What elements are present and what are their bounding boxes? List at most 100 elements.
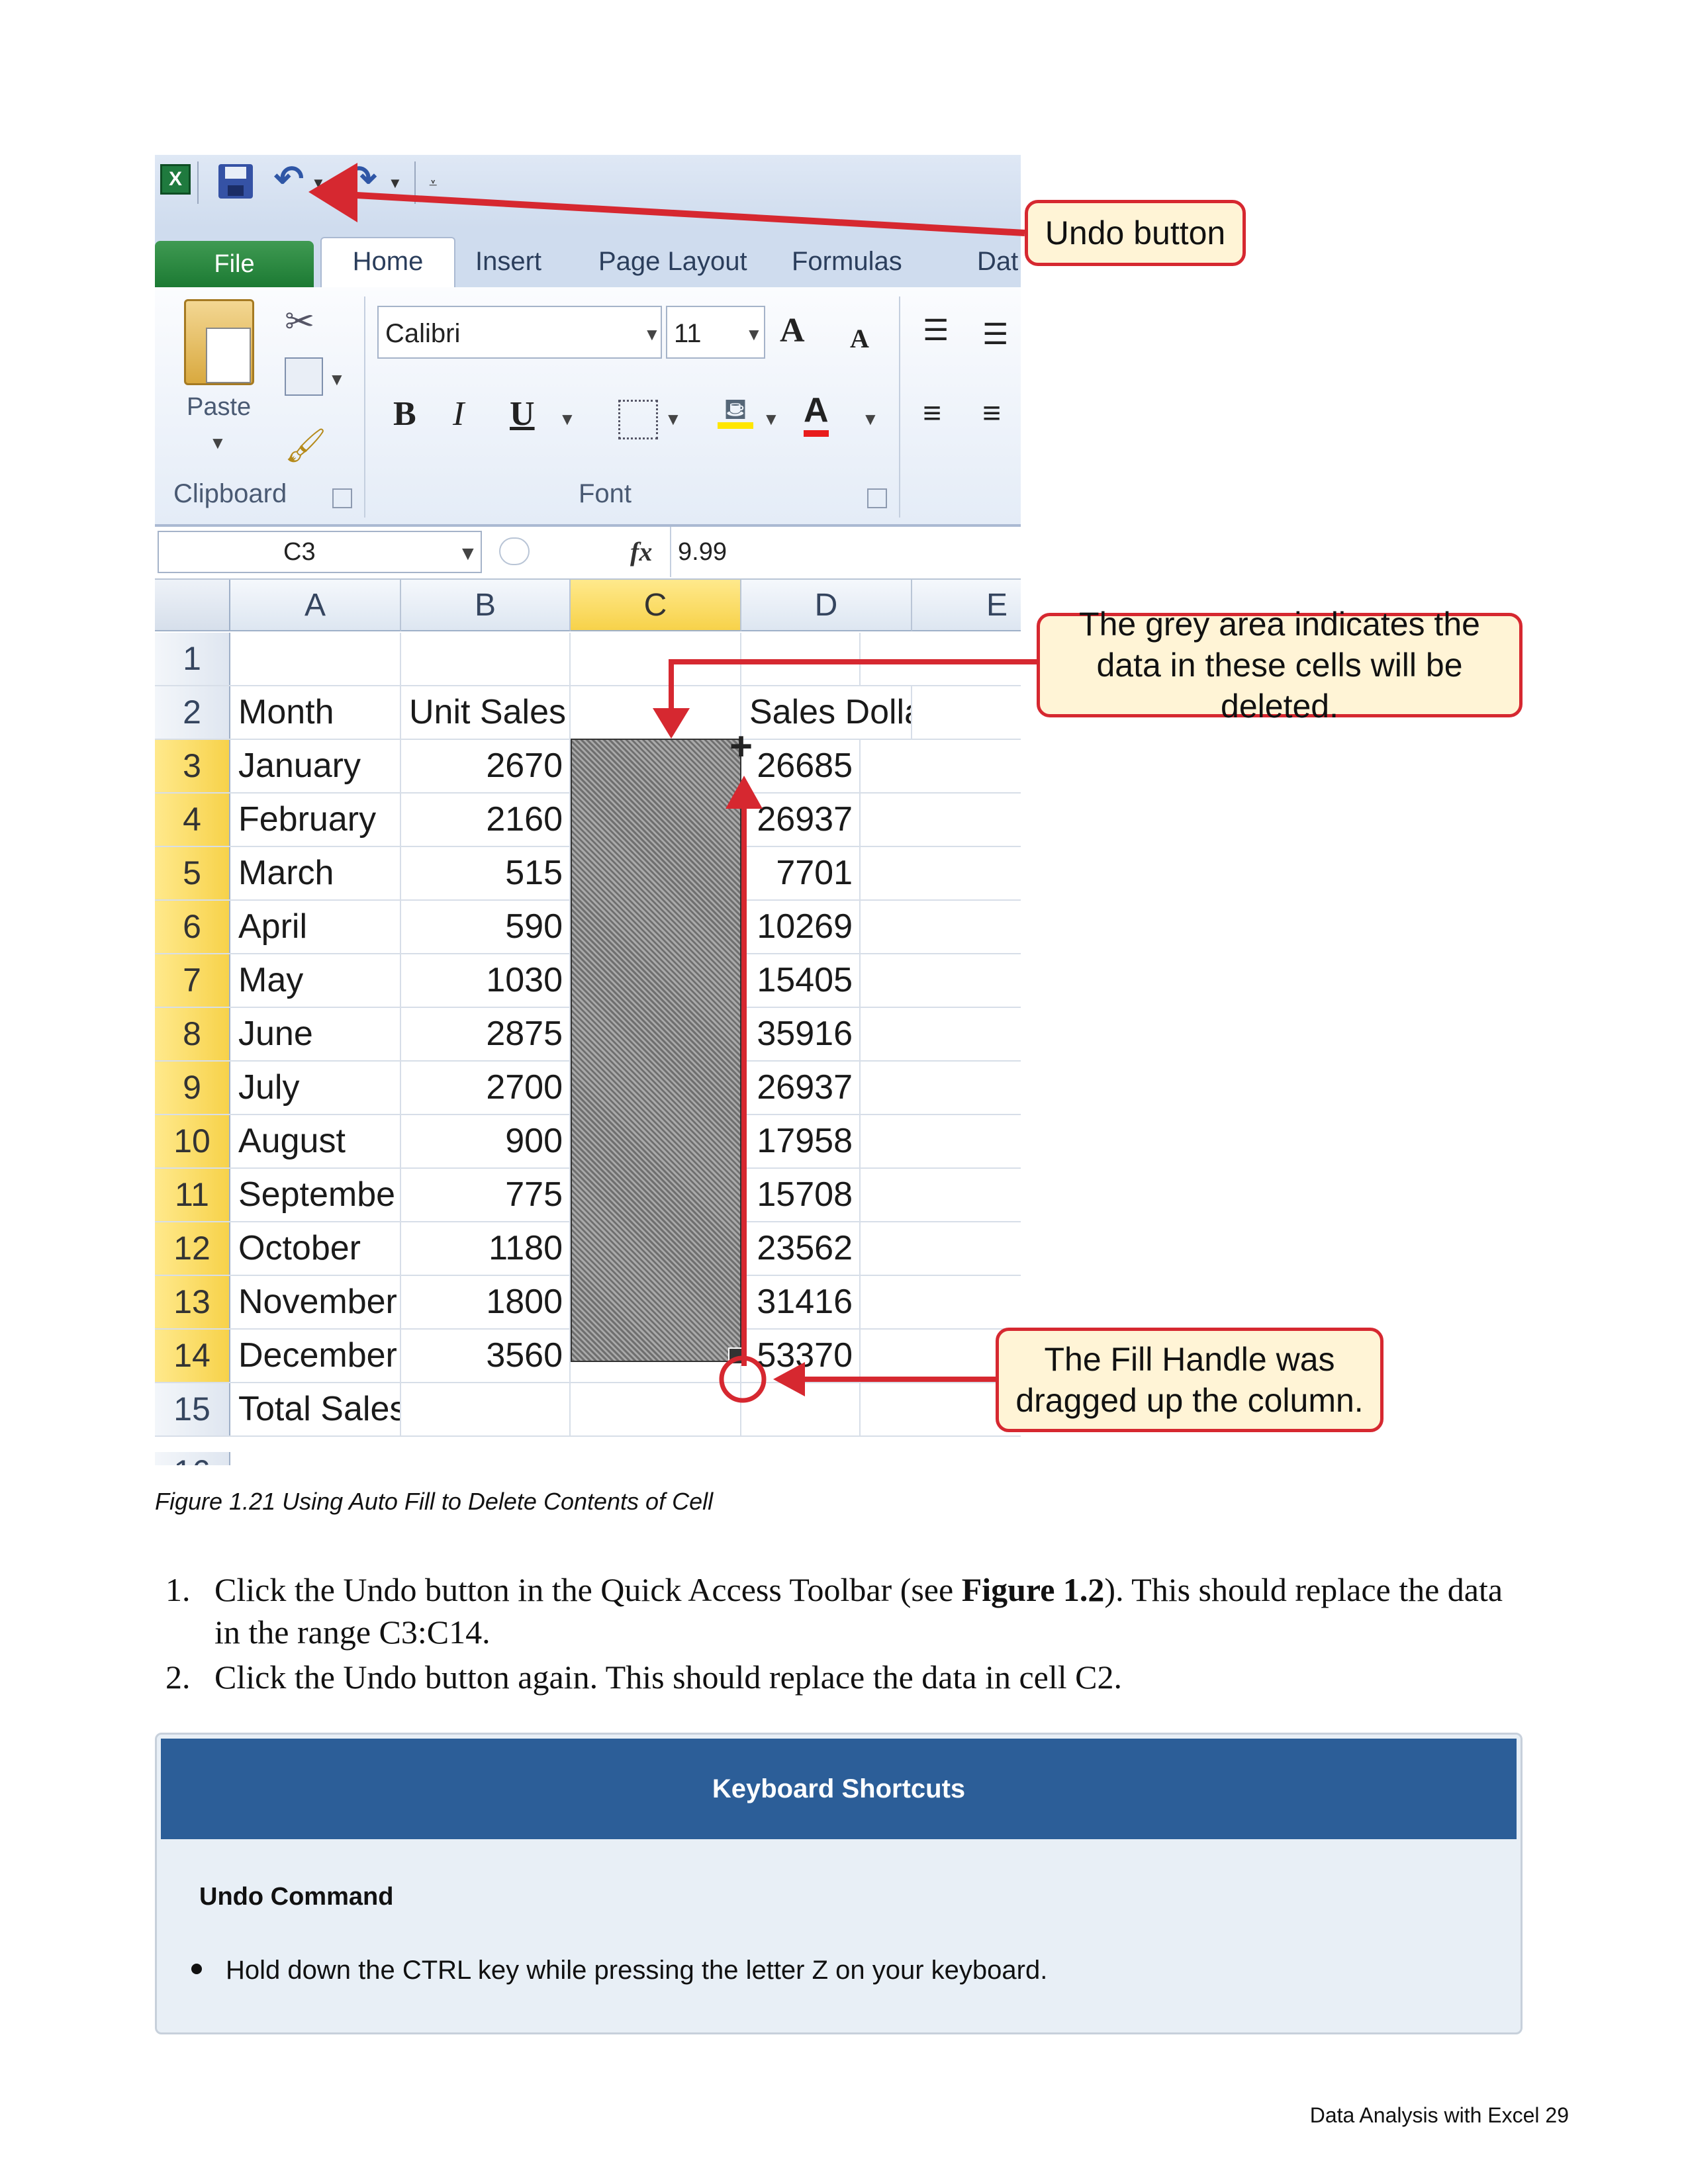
cell-b10[interactable]: 900 — [401, 1115, 571, 1167]
cell-a1[interactable] — [230, 633, 401, 685]
clipboard-launcher-icon[interactable] — [332, 488, 352, 508]
fill-color-icon[interactable]: ⛾ — [718, 393, 753, 429]
cell-e5[interactable] — [912, 847, 1021, 899]
cell-e12[interactable] — [912, 1222, 1021, 1275]
tab-formulas[interactable]: Formulas — [792, 238, 902, 287]
font-name-dropdown-icon[interactable]: ▼ — [643, 324, 661, 345]
cell-d6[interactable]: 10269 — [741, 901, 861, 953]
row-header-5[interactable]: 5 — [155, 847, 230, 899]
underline-button[interactable]: U — [510, 394, 535, 434]
cell-d12[interactable]: 23562 — [741, 1222, 861, 1275]
cell-a3[interactable]: January — [230, 740, 401, 792]
row-header-2[interactable]: 2 — [155, 686, 230, 739]
cell-e11[interactable] — [912, 1169, 1021, 1221]
row-header-1[interactable]: 1 — [155, 633, 230, 685]
redo-icon[interactable]: ↷ — [347, 159, 377, 199]
insert-function-button[interactable]: fx — [630, 531, 652, 573]
cut-icon[interactable]: ✂ — [285, 300, 320, 341]
column-header-d[interactable]: D — [741, 580, 912, 631]
column-header-c[interactable]: C — [571, 580, 741, 631]
column-header-a[interactable]: A — [230, 580, 401, 631]
italic-button[interactable]: I — [453, 394, 464, 434]
cell-a13[interactable]: November — [230, 1276, 401, 1328]
grow-font-button[interactable]: A — [780, 311, 805, 351]
cell-a14[interactable]: December — [230, 1330, 401, 1382]
cell-a15[interactable]: Total Sales — [230, 1383, 401, 1435]
cell-d2[interactable]: Sales Dollars — [741, 686, 912, 739]
row-header-6[interactable]: 6 — [155, 901, 230, 953]
cell-e1[interactable] — [912, 633, 1021, 685]
cell-e8[interactable] — [912, 1008, 1021, 1060]
cell-e3[interactable] — [912, 740, 1021, 792]
cell-b9[interactable]: 2700 — [401, 1062, 571, 1114]
borders-icon[interactable] — [618, 400, 658, 439]
cell-c2[interactable] — [571, 686, 741, 739]
undo-icon[interactable]: ↶ — [274, 159, 304, 199]
cell-e10[interactable] — [912, 1115, 1021, 1167]
cell-c1[interactable] — [571, 633, 741, 685]
align-left-icon[interactable]: ≡ — [923, 393, 942, 433]
bold-button[interactable]: B — [393, 394, 416, 434]
figure-reference-link[interactable]: Figure 1.2 — [962, 1571, 1105, 1608]
cell-b4[interactable]: 2160 — [401, 794, 571, 846]
row-header-7[interactable]: 7 — [155, 954, 230, 1007]
paste-icon[interactable] — [184, 299, 254, 385]
row-header-15[interactable]: 15 — [155, 1383, 230, 1435]
select-all-corner[interactable] — [155, 580, 230, 631]
row-header-11[interactable]: 11 — [155, 1169, 230, 1221]
name-box-dropdown-icon[interactable]: ▼ — [458, 543, 478, 565]
row-header-12[interactable]: 12 — [155, 1222, 230, 1275]
row-header-3[interactable]: 3 — [155, 740, 230, 792]
paste-button-label[interactable]: Paste — [187, 393, 251, 422]
cell-d14[interactable]: 53370 — [741, 1330, 861, 1382]
align-middle-icon[interactable]: ☰ — [982, 315, 1008, 355]
cell-e2[interactable] — [912, 686, 1021, 739]
formula-input[interactable]: 9.99 — [678, 531, 727, 573]
row-header-10[interactable]: 10 — [155, 1115, 230, 1167]
customize-toolbar-icon[interactable]: ⩡ — [429, 175, 437, 192]
cell-b1[interactable] — [401, 633, 571, 685]
undo-dropdown-icon[interactable]: ▼ — [311, 175, 326, 192]
row-header-14[interactable]: 14 — [155, 1330, 230, 1382]
cell-a8[interactable]: June — [230, 1008, 401, 1060]
cell-b14[interactable]: 3560 — [401, 1330, 571, 1382]
font-size-dropdown-icon[interactable]: ▼ — [745, 324, 763, 345]
name-box[interactable]: C3 — [158, 531, 482, 573]
cell-b12[interactable]: 1180 — [401, 1222, 571, 1275]
tab-page-layout[interactable]: Page Layout — [598, 238, 747, 287]
row-header-16[interactable]: 16 — [155, 1452, 230, 1465]
borders-dropdown-icon[interactable]: ▼ — [665, 409, 682, 430]
cell-d8[interactable]: 35916 — [741, 1008, 861, 1060]
shrink-font-button[interactable]: A — [850, 319, 869, 359]
cell-d11[interactable]: 15708 — [741, 1169, 861, 1221]
copy-icon[interactable] — [285, 357, 323, 396]
formula-bar-expand-icon[interactable] — [499, 537, 530, 565]
cell-e7[interactable] — [912, 954, 1021, 1007]
redo-dropdown-icon[interactable]: ▼ — [388, 175, 402, 192]
cell-e13[interactable] — [912, 1276, 1021, 1328]
cell-d13[interactable]: 31416 — [741, 1276, 861, 1328]
cell-d10[interactable]: 17958 — [741, 1115, 861, 1167]
cell-b2[interactable]: Unit Sales — [401, 686, 571, 739]
row-header-9[interactable]: 9 — [155, 1062, 230, 1114]
cell-d7[interactable]: 15405 — [741, 954, 861, 1007]
tab-file[interactable]: File — [155, 241, 314, 287]
tab-insert[interactable]: Insert — [475, 238, 541, 287]
cell-a2[interactable]: Month — [230, 686, 401, 739]
cell-a6[interactable]: April — [230, 901, 401, 953]
font-color-button[interactable]: A — [804, 390, 829, 437]
fill-color-dropdown-icon[interactable]: ▼ — [763, 409, 780, 430]
cell-b7[interactable]: 1030 — [401, 954, 571, 1007]
cell-a9[interactable]: July — [230, 1062, 401, 1114]
cell-d4[interactable]: 26937 — [741, 794, 861, 846]
paste-dropdown-icon[interactable]: ▼ — [209, 433, 226, 453]
cell-a7[interactable]: May — [230, 954, 401, 1007]
cell-e4[interactable] — [912, 794, 1021, 846]
cell-b13[interactable]: 1800 — [401, 1276, 571, 1328]
cell-b5[interactable]: 515 — [401, 847, 571, 899]
copy-dropdown-icon[interactable]: ▼ — [328, 369, 346, 390]
cell-d9[interactable]: 26937 — [741, 1062, 861, 1114]
font-color-dropdown-icon[interactable]: ▼ — [862, 409, 879, 430]
format-painter-icon[interactable]: 🖌 — [285, 426, 326, 464]
cell-d5[interactable]: 7701 — [741, 847, 861, 899]
